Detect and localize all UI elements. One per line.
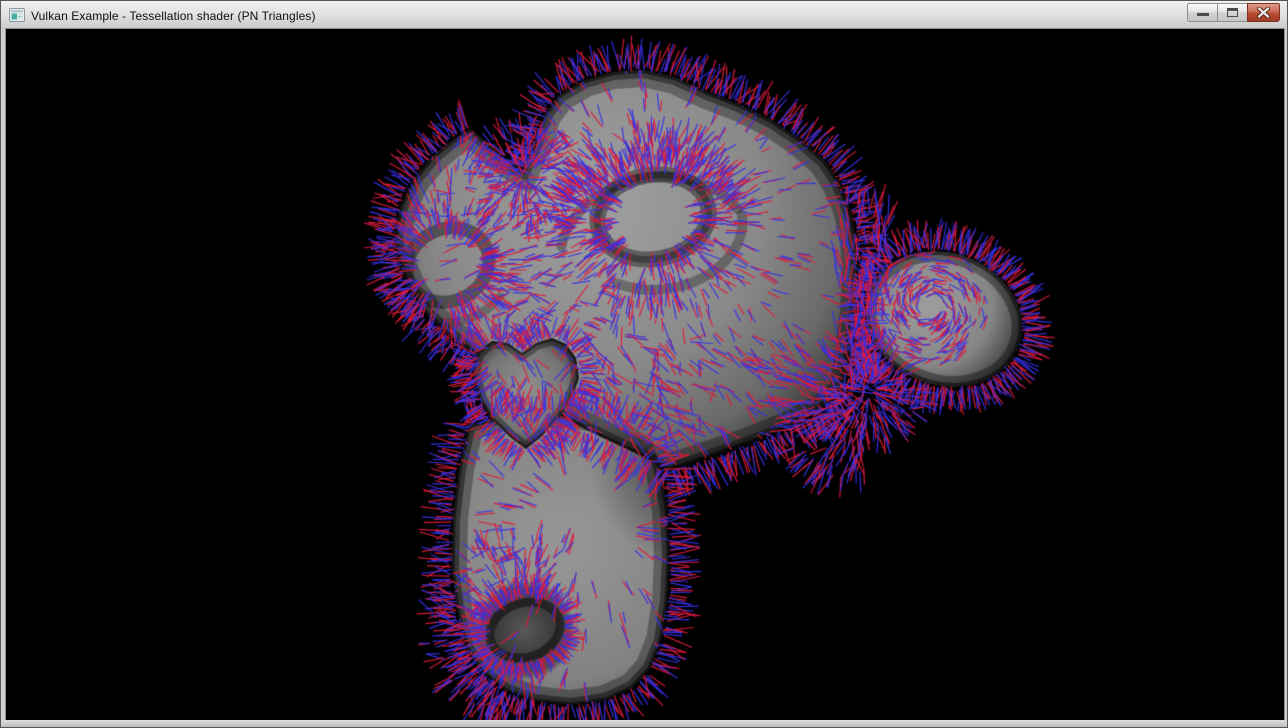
window-bottom-border [1,720,1287,727]
window-title: Vulkan Example - Tessellation shader (PN… [31,8,316,23]
close-button[interactable] [1247,3,1280,22]
app-window: Vulkan Example - Tessellation shader (PN… [0,0,1288,728]
minimize-icon [1197,13,1209,16]
viewport-frame [6,29,1284,721]
minimize-button[interactable] [1187,3,1218,22]
app-icon[interactable] [9,7,25,23]
maximize-icon [1227,8,1238,17]
render-viewport[interactable] [6,29,1284,721]
titlebar[interactable]: Vulkan Example - Tessellation shader (PN… [1,1,1287,29]
window-controls [1187,3,1280,22]
maximize-button[interactable] [1217,3,1248,22]
close-icon [1257,7,1270,18]
